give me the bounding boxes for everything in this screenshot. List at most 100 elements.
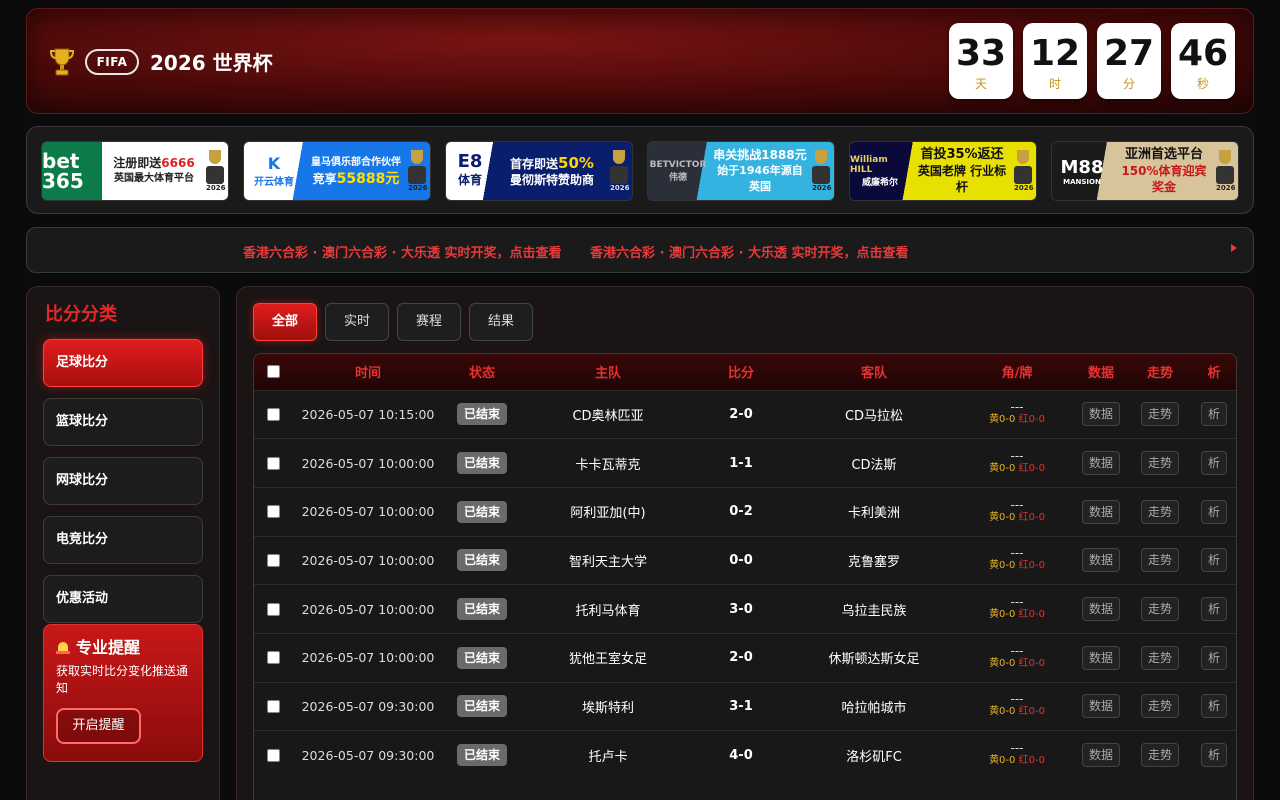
analysis-button[interactable]: 析 (1200, 597, 1227, 622)
banner-text: 亚洲首选平台 (1124, 147, 1203, 162)
column-header: 比分 (727, 366, 754, 382)
trend-button[interactable]: 走势 (1140, 451, 1179, 476)
row-checkbox[interactable] (266, 651, 280, 665)
away-team[interactable]: 洛杉矶FC (786, 731, 962, 780)
sponsor-banner-bet365[interactable]: bet 365 注册即送6666 英国最大体育平台 2026 (41, 141, 229, 201)
alert-panel: 专业提醒 获取实时比分变化推送通知 开启提醒 (43, 624, 203, 762)
match-score: 3-1 (729, 698, 753, 714)
data-button[interactable]: 数据 (1081, 645, 1120, 670)
home-team[interactable]: 托卢卡 (520, 731, 696, 780)
row-checkbox[interactable] (266, 456, 280, 470)
sponsor-banner-kaiyun[interactable]: K 开云体育 皇马俱乐部合作伙伴 竞享55888元 2026 (243, 141, 431, 201)
home-team[interactable]: 犹他王室女足 (520, 633, 696, 682)
table-row[interactable]: 2026-05-07 10:00:00 已结束 卡卡瓦蒂克 1-1 CD法斯 --- 黄0-… (254, 438, 1236, 488)
tab-all[interactable]: 全部 (253, 303, 318, 341)
data-button[interactable]: 数据 (1081, 694, 1120, 719)
tab-schedule[interactable]: 赛程 (397, 303, 462, 341)
table-row[interactable]: 2026-05-07 09:30:00 已结束 埃斯特利 3-1 哈拉帕城市 --- 黄0-… (254, 682, 1236, 731)
red-cards: 红0-0 (1018, 755, 1045, 767)
trend-button[interactable]: 走势 (1140, 548, 1179, 573)
sponsor-banner-betvictor[interactable]: BETVICTOR 伟德 串关挑战1888元 始于1946年源自英国 2026 (647, 141, 835, 201)
table-row[interactable]: 2026-05-07 10:00:00 已结束 智利天主大学 0-0 克鲁塞罗 --- 黄0… (254, 536, 1236, 585)
sponsor-banner-e8[interactable]: E8 体育 首存即送50% 曼彻斯特赞助商 2026 (445, 141, 633, 201)
home-team[interactable]: 埃斯特利 (520, 682, 696, 731)
corners-value: --- (1010, 546, 1024, 561)
corners-value: --- (1010, 643, 1024, 658)
m88-logo: M88 MANSION (1060, 156, 1104, 186)
data-button[interactable]: 数据 (1081, 597, 1120, 622)
ticker-text[interactable]: 香港六合彩 · 澳门六合彩 · 大乐透 实时开奖，点击查看 香港六合彩 · 澳门… (243, 242, 933, 261)
sponsor-banner-williamhill[interactable]: William HILL 威廉希尔 首投35%返还 英国老牌 行业标杆 2026 (849, 141, 1037, 201)
data-button[interactable]: 数据 (1081, 451, 1120, 476)
banner-text: 注册即送 (113, 156, 162, 170)
page-title: 2026 世界杯 (150, 51, 273, 75)
table-row[interactable]: 2026-05-07 10:00:00 已结束 阿利亚加(中) 0-2 卡利美洲 --- 黄… (254, 487, 1236, 536)
countdown-value: 27 (1103, 33, 1155, 74)
trend-button[interactable]: 走势 (1140, 499, 1179, 524)
match-time: 2026-05-07 10:00:00 (301, 455, 435, 471)
enable-alert-button[interactable]: 开启提醒 (56, 708, 141, 744)
trend-button[interactable]: 走势 (1140, 743, 1179, 768)
countdown-unit: 天 (974, 77, 987, 91)
table-row[interactable]: 2026-05-07 10:15:00 已结束 CD奥林匹亚 2-0 CD马拉松 --- 黄… (254, 390, 1236, 439)
trend-button[interactable]: 走势 (1140, 694, 1179, 719)
countdown-unit: 秒 (1196, 77, 1209, 91)
lottery-ticker[interactable]: 香港六合彩 · 澳门六合彩 · 大乐透 实时开奖，点击查看 香港六合彩 · 澳门… (26, 227, 1254, 273)
analysis-button[interactable]: 析 (1200, 694, 1227, 719)
ticker-item[interactable]: 香港六合彩 · 澳门六合彩 · 大乐透 实时开奖，点击查看 (243, 246, 562, 261)
data-button[interactable]: 数据 (1081, 402, 1120, 427)
ticker-item[interactable]: 香港六合彩 · 澳门六合彩 · 大乐透 实时开奖，点击查看 (590, 246, 909, 261)
analysis-button[interactable]: 析 (1200, 743, 1227, 768)
row-checkbox[interactable] (266, 505, 280, 519)
sidebar-item-esports[interactable]: 电竞比分 (43, 516, 203, 564)
sponsor-banner-m88[interactable]: M88 MANSION 亚洲首选平台 150%体育迎宾奖金 2026 (1051, 141, 1239, 201)
home-team[interactable]: 智利天主大学 (520, 536, 696, 585)
row-checkbox[interactable] (266, 699, 280, 713)
home-team[interactable]: 卡卡瓦蒂克 (520, 439, 696, 488)
away-team[interactable]: 乌拉圭民族 (786, 585, 962, 634)
row-checkbox[interactable] (266, 602, 280, 616)
row-checkbox[interactable] (266, 407, 280, 421)
analysis-button[interactable]: 析 (1200, 451, 1227, 476)
match-score: 3-0 (729, 601, 753, 617)
trend-button[interactable]: 走势 (1140, 597, 1179, 622)
sidebar-item-basketball[interactable]: 篮球比分 (43, 398, 203, 446)
home-team[interactable]: 阿利亚加(中) (520, 487, 696, 536)
sidebar-title: 比分分类 (45, 304, 117, 325)
data-button[interactable]: 数据 (1081, 499, 1120, 524)
tab-live[interactable]: 实时 (325, 303, 390, 341)
away-team[interactable]: 哈拉帕城市 (786, 682, 962, 731)
away-team[interactable]: CD马拉松 (786, 390, 962, 439)
column-header: 析 (1207, 366, 1221, 382)
tab-results[interactable]: 结果 (469, 303, 534, 341)
away-team[interactable]: CD法斯 (786, 439, 962, 488)
away-team[interactable]: 克鲁塞罗 (786, 536, 962, 585)
sidebar-item-tennis[interactable]: 网球比分 (43, 457, 203, 505)
row-checkbox[interactable] (266, 553, 280, 567)
analysis-button[interactable]: 析 (1200, 499, 1227, 524)
analysis-button[interactable]: 析 (1200, 548, 1227, 573)
sidebar-item-football[interactable]: 足球比分 (43, 339, 203, 387)
status-badge: 已结束 (456, 452, 507, 475)
data-button[interactable]: 数据 (1081, 743, 1120, 768)
away-team[interactable]: 休斯顿达斯女足 (786, 633, 962, 682)
row-checkbox[interactable] (266, 748, 280, 762)
table-row[interactable]: 2026-05-07 10:00:00 已结束 托利马体育 3-0 乌拉圭民族 --- 黄0… (254, 584, 1236, 634)
analysis-button[interactable]: 析 (1200, 645, 1227, 670)
table-row[interactable]: 2026-05-07 09:30:00 已结束 托卢卡 4-0 洛杉矶FC --- 黄0-0… (254, 730, 1236, 780)
home-team[interactable]: CD奥林匹亚 (520, 390, 696, 439)
data-button[interactable]: 数据 (1081, 548, 1120, 573)
select-all-checkbox[interactable] (266, 365, 280, 379)
yellow-cards: 黄0-0 (989, 609, 1016, 621)
analysis-button[interactable]: 析 (1200, 402, 1227, 427)
trend-button[interactable]: 走势 (1140, 402, 1179, 427)
home-team[interactable]: 托利马体育 (520, 585, 696, 634)
away-team[interactable]: 卡利美洲 (786, 487, 962, 536)
banner-text: 英国最大体育平台 (114, 173, 194, 184)
status-badge: 已结束 (456, 500, 507, 523)
e8-logo: E8 体育 (457, 151, 483, 188)
sidebar-item-promotions[interactable]: 优惠活动 (43, 575, 203, 623)
table-row[interactable]: 2026-05-07 10:00:00 已结束 犹他王室女足 2-0 休斯顿达斯女足 --… (254, 633, 1236, 682)
trend-button[interactable]: 走势 (1140, 645, 1179, 670)
red-cards: 红0-0 (1018, 706, 1045, 718)
